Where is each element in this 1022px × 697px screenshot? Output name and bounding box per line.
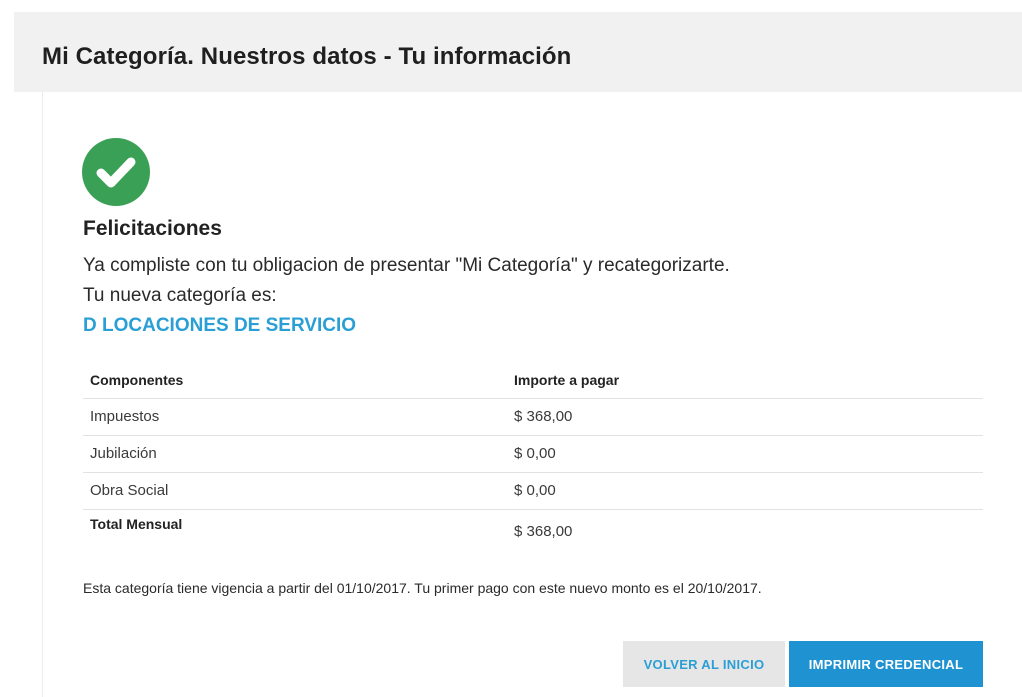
component-name: Impuestos [90, 408, 160, 425]
print-credential-button[interactable]: IMPRIMIR CREDENCIAL [789, 641, 983, 687]
column-header-componentes: Componentes [90, 372, 184, 388]
component-amount: $ 0,00 [514, 482, 556, 499]
table-row: Obra Social $ 0,00 [83, 473, 983, 510]
category-value: D LOCACIONES DE SERVICIO [83, 315, 357, 336]
category-label: Tu nueva categoría es: [83, 285, 277, 306]
page: Mi Categoría. Nuestros datos - Tu inform… [0, 0, 1022, 697]
table-row: Jubilación $ 0,00 [83, 436, 983, 473]
table-header-row: Componentes Importe a pagar [83, 362, 983, 399]
component-name: Jubilación [90, 445, 157, 462]
payment-table: Componentes Importe a pagar Impuestos $ … [83, 362, 983, 546]
page-title: Mi Categoría. Nuestros datos - Tu inform… [42, 43, 572, 70]
table-total-row: Total Mensual $ 368,00 [83, 510, 983, 546]
column-header-importe: Importe a pagar [514, 372, 620, 388]
total-amount: $ 368,00 [514, 523, 573, 540]
total-label: Total Mensual [90, 516, 183, 532]
component-amount: $ 0,00 [514, 445, 556, 462]
validity-note: Esta categoría tiene vigencia a partir d… [83, 580, 762, 596]
checkmark-icon [96, 157, 136, 188]
confirmation-message: Ya compliste con tu obligacion de presen… [83, 255, 730, 276]
congrats-heading: Felicitaciones [83, 217, 222, 240]
table-row: Impuestos $ 368,00 [83, 399, 983, 436]
component-amount: $ 368,00 [514, 408, 573, 425]
back-to-home-button[interactable]: VOLVER AL INICIO [623, 641, 785, 687]
check-circle-icon [82, 138, 150, 206]
component-name: Obra Social [90, 482, 169, 499]
